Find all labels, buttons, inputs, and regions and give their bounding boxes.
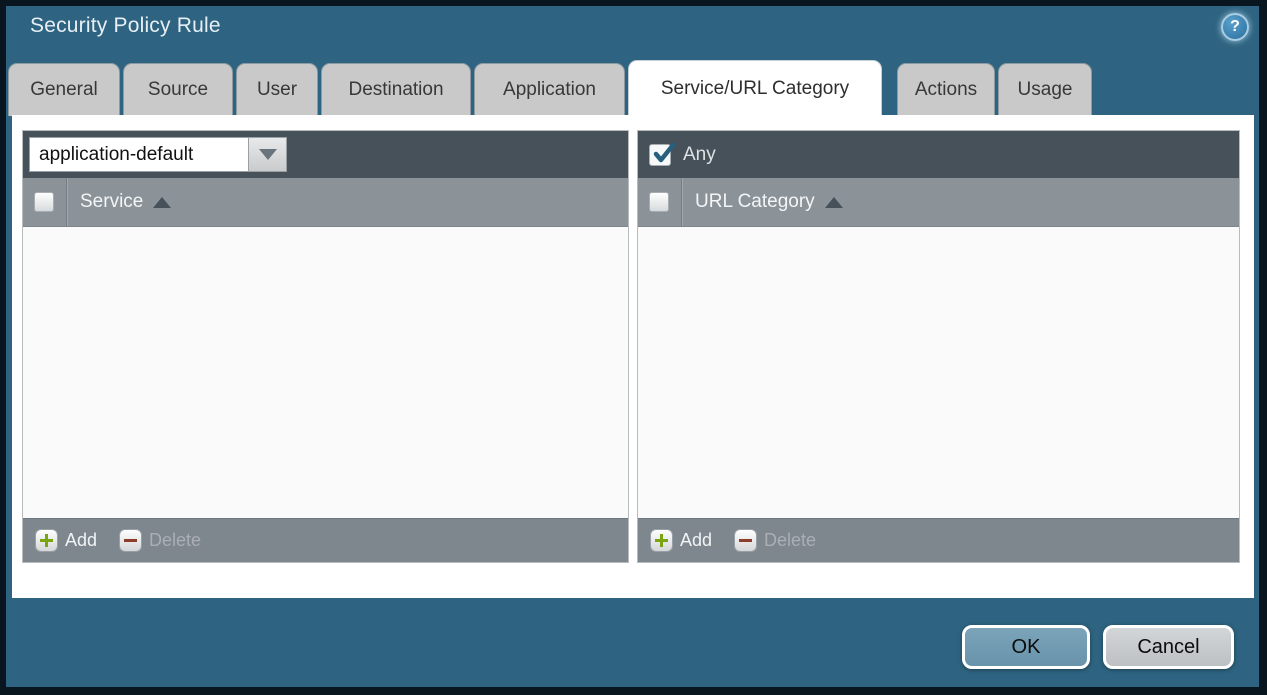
sort-ascending-icon[interactable] [153, 197, 171, 208]
ok-button[interactable]: OK [962, 625, 1090, 669]
service-table-header: Service [23, 178, 628, 227]
service-list-body [23, 227, 628, 518]
url-category-select-all-checkbox[interactable] [649, 192, 669, 212]
service-toolbar: application-default [23, 131, 628, 178]
minus-icon [734, 529, 757, 552]
delete-button-label: Delete [149, 530, 201, 551]
any-checkbox-label: Any [683, 144, 716, 166]
service-panel: application-default Service Add [22, 130, 629, 563]
url-category-table-header: URL Category [638, 178, 1239, 227]
checkmark-icon [651, 141, 677, 167]
url-category-footer: Add Delete [638, 518, 1239, 562]
add-button-label: Add [680, 530, 712, 551]
any-checkbox[interactable] [649, 144, 671, 166]
url-category-delete-button[interactable]: Delete [734, 529, 816, 552]
tab-service-url-category[interactable]: Service/URL Category [628, 60, 882, 116]
cancel-button[interactable]: Cancel [1103, 625, 1234, 669]
service-add-button[interactable]: Add [35, 529, 97, 552]
security-policy-rule-dialog: Security Policy Rule ? General Source Us… [0, 0, 1267, 695]
service-column-header[interactable]: Service [67, 191, 171, 213]
service-delete-button[interactable]: Delete [119, 529, 201, 552]
tab-destination[interactable]: Destination [321, 63, 471, 116]
tab-usage[interactable]: Usage [998, 63, 1092, 116]
service-footer: Add Delete [23, 518, 628, 562]
service-type-dropdown-value[interactable]: application-default [29, 137, 249, 172]
service-type-dropdown[interactable]: application-default [29, 137, 287, 172]
chevron-down-icon [259, 149, 277, 160]
dialog-title: Security Policy Rule [30, 14, 221, 38]
tab-general[interactable]: General [8, 63, 120, 116]
plus-icon [35, 529, 58, 552]
tab-actions[interactable]: Actions [897, 63, 995, 116]
tab-source[interactable]: Source [123, 63, 233, 116]
url-category-toolbar: Any [638, 131, 1239, 178]
service-type-dropdown-button[interactable] [249, 137, 287, 172]
tab-application[interactable]: Application [474, 63, 625, 116]
tab-content-area: application-default Service Add [12, 115, 1254, 598]
url-category-add-button[interactable]: Add [650, 529, 712, 552]
url-category-column-label: URL Category [695, 191, 815, 213]
plus-icon [650, 529, 673, 552]
minus-icon [119, 529, 142, 552]
url-category-column-header[interactable]: URL Category [682, 191, 843, 213]
add-button-label: Add [65, 530, 97, 551]
service-column-label: Service [80, 191, 143, 213]
sort-ascending-icon[interactable] [825, 197, 843, 208]
url-category-panel: Any URL Category Add Delete [637, 130, 1240, 563]
service-select-all-checkbox[interactable] [34, 192, 54, 212]
tab-bar: General Source User Destination Applicat… [8, 60, 1095, 116]
help-icon[interactable]: ? [1221, 13, 1249, 41]
tab-user[interactable]: User [236, 63, 318, 116]
url-category-list-body [638, 227, 1239, 518]
delete-button-label: Delete [764, 530, 816, 551]
